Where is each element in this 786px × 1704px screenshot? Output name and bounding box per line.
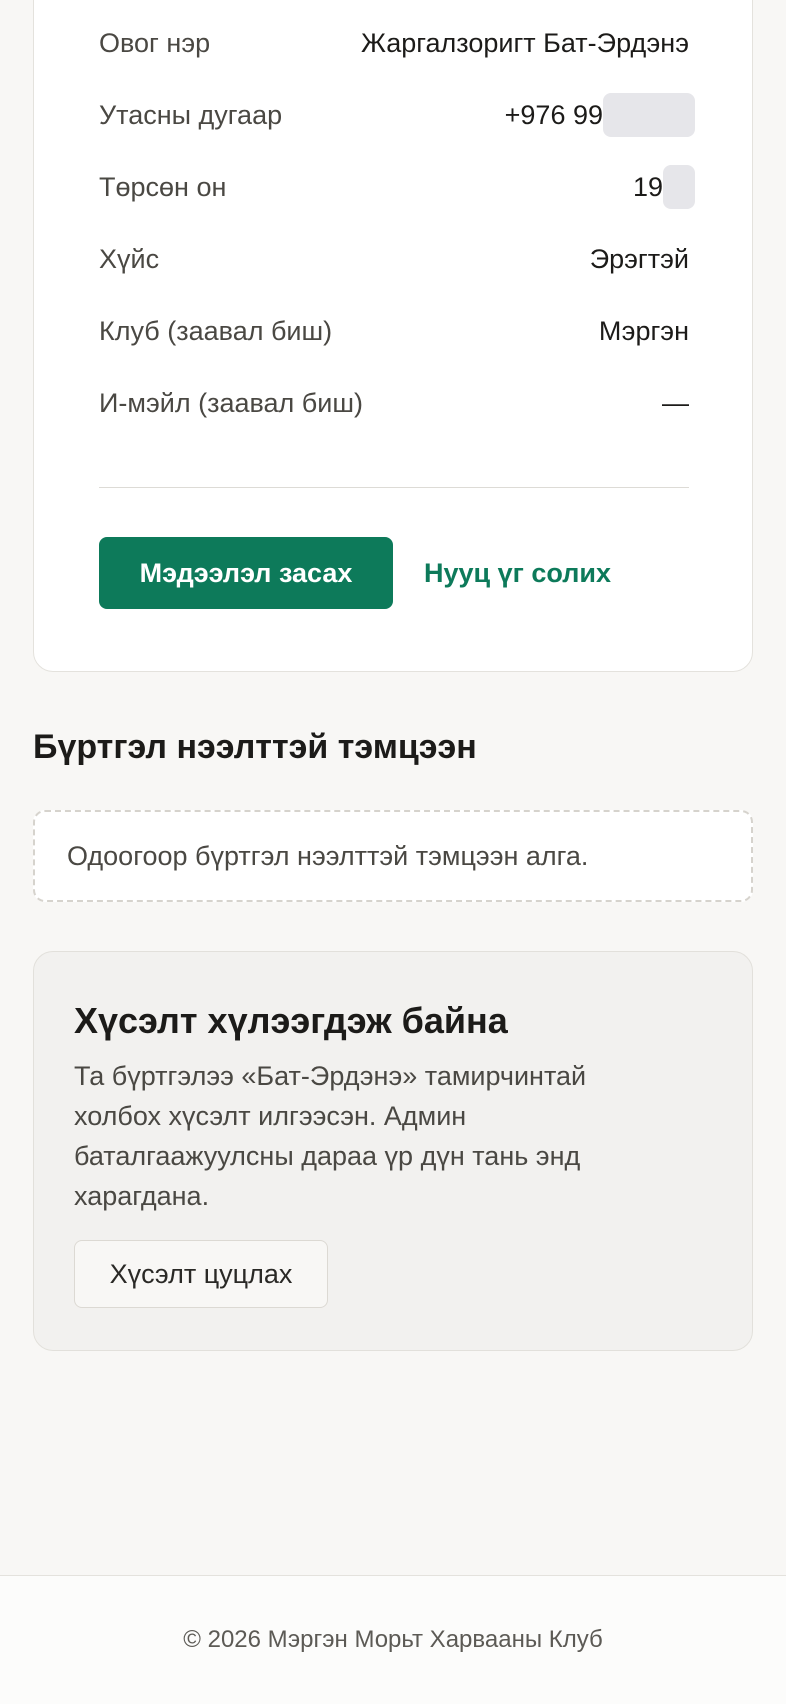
- pending-request-card: Хүсэлт хүлээгдэж байна Та бүртгэлээ «Бат…: [33, 951, 753, 1351]
- phone-redaction: [603, 93, 695, 137]
- change-password-link[interactable]: Нууц үг солих: [424, 551, 611, 595]
- phone-value-wrap: +976 99: [504, 93, 695, 137]
- phone-label: Утасны дугаар: [99, 99, 283, 130]
- club-value: Мэргэн: [598, 315, 689, 346]
- gender-label: Хүйс: [99, 243, 160, 274]
- birth-year-value-wrap: 19: [632, 165, 695, 209]
- birth-year-label: Төрсөн он: [99, 171, 227, 202]
- request-title: Хүсэлт хүлээгдэж байна: [74, 1000, 508, 1041]
- info-row-gender: Хүйс Эрэгтэй: [99, 239, 689, 279]
- info-row-birth-year: Төрсөн он 19: [99, 165, 695, 209]
- info-row-name: Овог нэр Жаргалзоригт Бат-Эрдэнэ: [99, 23, 689, 63]
- name-label: Овог нэр: [99, 27, 211, 58]
- info-row-email: И-мэйл (заавал биш) —: [99, 383, 689, 423]
- birth-year-value: 19: [632, 171, 663, 202]
- info-row-phone: Утасны дугаар +976 99: [99, 93, 695, 137]
- info-row-club: Клуб (заавал биш) Мэргэн: [99, 311, 689, 351]
- email-value: —: [662, 387, 689, 418]
- empty-state-text: Одоогоор бүртгэл нээлттэй тэмцээн алга.: [67, 840, 589, 871]
- footer-copyright: © 2026 Мэргэн Морьт Харвааны Клуб: [183, 1626, 603, 1653]
- section-title-open-registrations: Бүртгэл нээлттэй тэмцээн: [33, 728, 477, 766]
- footer: © 2026 Мэргэн Морьт Харвааны Клуб: [0, 1575, 786, 1704]
- profile-card: Овог нэр Жаргалзоригт Бат-Эрдэнэ Утасны …: [33, 0, 753, 672]
- divider: [99, 487, 689, 488]
- birth-year-redaction: [663, 165, 695, 209]
- club-label: Клуб (заавал биш): [99, 315, 333, 346]
- gender-value: Эрэгтэй: [589, 243, 689, 274]
- phone-value: +976 99: [504, 99, 603, 130]
- name-value: Жаргалзоригт Бат-Эрдэнэ: [360, 27, 689, 58]
- cancel-request-button[interactable]: Хүсэлт цуцлах: [74, 1240, 328, 1308]
- edit-info-button[interactable]: Мэдээлэл засах: [99, 537, 393, 609]
- request-description: Та бүртгэлээ «Бат-Эрдэнэ» тамирчинтай хо…: [74, 1061, 587, 1211]
- empty-state: Одоогоор бүртгэл нээлттэй тэмцээн алга.: [33, 810, 753, 902]
- email-label: И-мэйл (заавал биш): [99, 387, 363, 418]
